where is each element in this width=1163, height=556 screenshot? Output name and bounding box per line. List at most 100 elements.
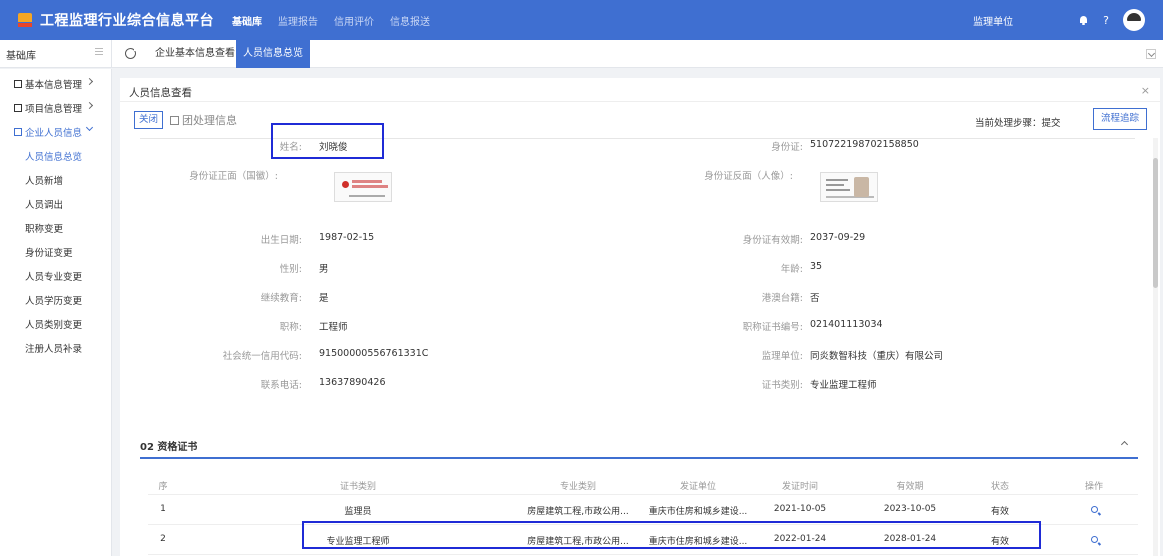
unit-label: 监理单位:	[761, 351, 803, 362]
search-icon[interactable]	[1091, 506, 1098, 513]
sidebar: 基本信息管理 项目信息管理 企业人员信息 人员信息总览 人员新增 人员调出 职称…	[0, 69, 112, 556]
sidebar-item-education-change[interactable]: 人员学历变更	[25, 293, 82, 307]
calendar-icon	[14, 80, 22, 88]
cell-expiry: 2023-10-05	[883, 504, 937, 514]
todo-info: 团处理信息	[170, 112, 237, 128]
highlight-box	[271, 123, 384, 159]
bell-icon[interactable]	[1077, 14, 1089, 26]
list-icon	[14, 104, 22, 112]
credit-code-value: 91500000556761331C	[319, 348, 429, 359]
col-issue-date: 发证时间	[781, 482, 818, 492]
sidebar-item-category-change[interactable]: 人员类别变更	[25, 317, 82, 331]
close-icon[interactable]: ×	[1141, 84, 1150, 97]
unit-label[interactable]: 监理单位	[973, 13, 1013, 28]
sidebar-group-personnel[interactable]: 企业人员信息	[14, 125, 82, 139]
tab-bar: 基础库 企业基本信息查看 人员信息总览	[0, 40, 1163, 68]
chevron-down-icon[interactable]	[85, 123, 94, 132]
nav-basic-library[interactable]: 基础库	[232, 13, 262, 28]
sidebar-item-transfer-out[interactable]: 人员调出	[25, 197, 63, 211]
col-major: 专业类别	[559, 482, 596, 492]
table-header: 序 证书类别 专业类别 发证单位 发证时间 有效期 状态 操作	[148, 473, 1138, 495]
age-label: 年龄:	[780, 264, 803, 275]
id-front-label: 身份证正面（国徽）:	[189, 171, 278, 182]
cell-issuer: 重庆市住房和城乡建设...	[648, 507, 748, 517]
title-value: 工程师	[319, 322, 348, 333]
cert-section-title: 02 资格证书	[140, 442, 198, 453]
age-value: 35	[810, 261, 823, 272]
id-value: 510722198702158850	[810, 139, 919, 150]
gender-value: 男	[319, 264, 329, 275]
hk-label: 港澳台籍:	[761, 293, 803, 304]
col-cert-type: 证书类别	[339, 482, 376, 492]
sidebar-item-registered-supplement[interactable]: 注册人员补录	[25, 341, 82, 355]
sidebar-item-id-change[interactable]: 身份证变更	[25, 245, 73, 259]
id-card-back-image[interactable]	[820, 172, 878, 202]
avatar[interactable]	[1123, 9, 1145, 31]
page-title: 人员信息查看	[129, 87, 192, 99]
tab-personnel-overview[interactable]: 人员信息总览	[236, 40, 310, 68]
checkbox-icon	[170, 115, 179, 125]
sidebar-group-label: 基本信息管理	[25, 80, 83, 91]
nav-supervision-report[interactable]: 监理报告	[278, 13, 318, 28]
close-button[interactable]: 关闭	[134, 111, 163, 129]
refresh-icon[interactable]	[125, 47, 138, 59]
panel-header: 人员信息查看 ×	[120, 78, 1160, 102]
education-label: 继续教育:	[260, 293, 302, 304]
cell-major: 房屋建筑工程,市政公用...	[527, 507, 629, 517]
id-card-front-image[interactable]	[334, 172, 392, 202]
sidebar-item-add[interactable]: 人员新增	[25, 173, 63, 187]
menu-toggle-icon[interactable]	[95, 48, 103, 55]
nav-info-submission[interactable]: 信息报送	[390, 13, 430, 28]
cell-cert-type: 监理员	[344, 507, 372, 517]
scrollbar[interactable]	[1153, 138, 1158, 556]
hk-value: 否	[810, 293, 820, 304]
title-label: 职称:	[279, 322, 302, 333]
chevron-down-icon[interactable]	[1146, 49, 1156, 59]
cell-index: 1	[160, 504, 166, 514]
id-label: 身份证:	[771, 142, 803, 153]
col-action: 操作	[1084, 482, 1103, 492]
cell-issue-date: 2021-10-05	[773, 504, 827, 514]
logo: 工程监理行业综合信息平台	[0, 10, 232, 30]
id-back-label: 身份证反面（人像）:	[704, 171, 793, 182]
cert-type-label: 证书类别:	[761, 380, 803, 391]
phone-label: 联系电话:	[260, 380, 302, 391]
sidebar-group-project[interactable]: 项目信息管理	[14, 101, 82, 115]
gender-label: 性别:	[279, 264, 302, 275]
folder-icon	[14, 128, 22, 136]
sidebar-item-major-change[interactable]: 人员专业变更	[25, 269, 82, 283]
education-value: 是	[319, 293, 329, 304]
sidebar-title: 基础库	[6, 50, 36, 62]
search-icon[interactable]	[1091, 536, 1098, 543]
col-index: 序	[158, 482, 168, 492]
chevron-right-icon[interactable]	[85, 101, 94, 110]
id-valid-value: 2037-09-29	[810, 232, 866, 243]
title-no-label: 职称证书编号:	[742, 322, 803, 333]
section-underline	[140, 457, 1138, 459]
highlight-box	[302, 521, 1041, 549]
top-bar: 工程监理行业综合信息平台 基础库 监理报告 信用评价 信息报送 监理单位 ?	[0, 0, 1163, 40]
sidebar-item-overview[interactable]: 人员信息总览	[25, 149, 82, 163]
id-valid-label: 身份证有效期:	[742, 235, 803, 246]
tab-enterprise-info[interactable]: 企业基本信息查看	[145, 40, 245, 68]
flow-trace-button[interactable]: 流程追踪	[1093, 108, 1147, 130]
scrollbar-thumb[interactable]	[1153, 158, 1158, 288]
col-status: 状态	[990, 482, 1009, 492]
chevron-right-icon[interactable]	[85, 77, 94, 86]
birth-label: 出生日期:	[260, 235, 302, 246]
cert-type-value: 专业监理工程师	[810, 380, 877, 391]
sidebar-group-label: 企业人员信息	[25, 128, 83, 139]
nav-credit-evaluation[interactable]: 信用评价	[334, 13, 374, 28]
col-expiry: 有效期	[896, 482, 924, 492]
title-no-value: 021401113034	[810, 319, 883, 330]
sidebar-item-title-change[interactable]: 职称变更	[25, 221, 63, 235]
logo-icon	[18, 13, 32, 27]
main-panel: 人员信息查看 × 关闭 团处理信息 当前处理步骤：提交 流程追踪 姓名: 刘晓俊…	[120, 78, 1160, 556]
sidebar-group-basic[interactable]: 基本信息管理	[14, 77, 82, 91]
help-icon[interactable]: ?	[1103, 14, 1109, 27]
cell-status: 有效	[990, 507, 1009, 517]
cell-index: 2	[160, 534, 166, 544]
current-step: 当前处理步骤：提交	[975, 118, 1061, 129]
chevron-up-icon[interactable]	[1120, 440, 1129, 449]
birth-value: 1987-02-15	[319, 232, 375, 243]
